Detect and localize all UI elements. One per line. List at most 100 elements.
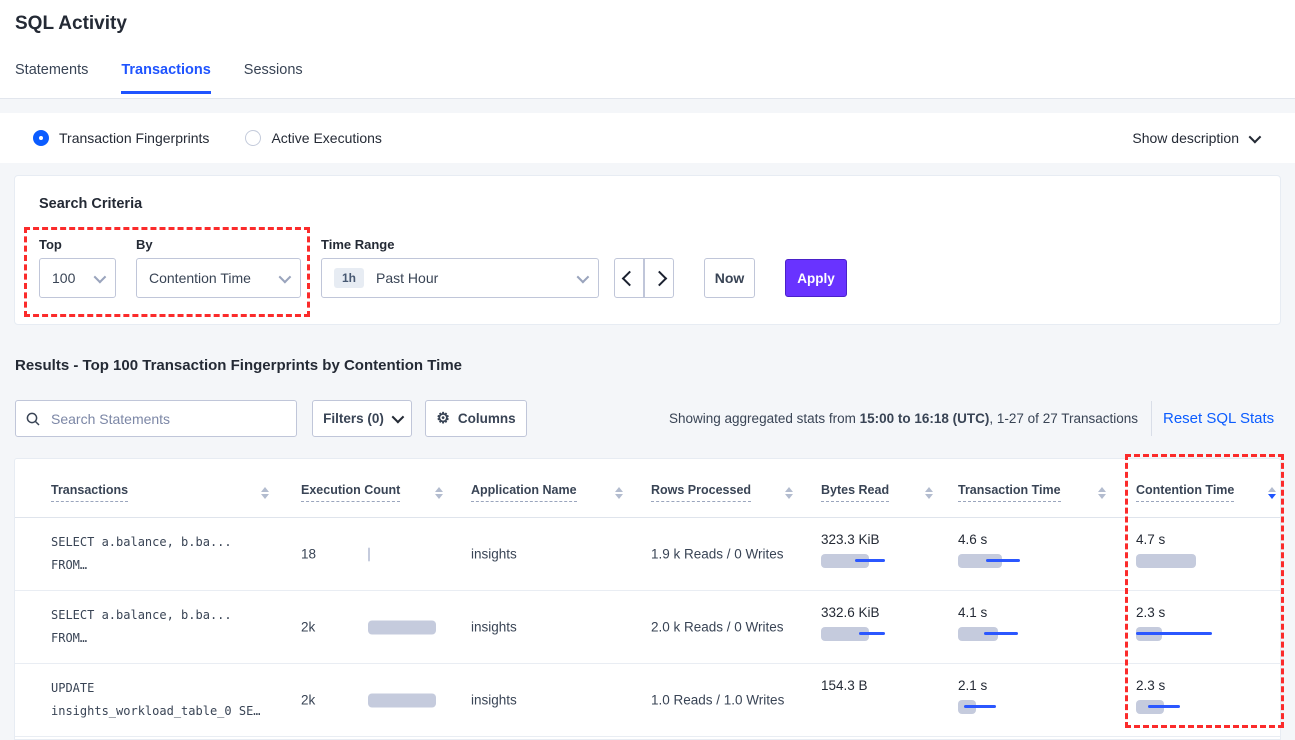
sort-icon[interactable] <box>1268 487 1276 499</box>
view-toggle-strip: Transaction Fingerprints Active Executio… <box>0 113 1295 163</box>
contention-time-bar <box>1136 627 1216 641</box>
show-description-label: Show description <box>1132 130 1239 146</box>
chevron-down-icon <box>279 270 292 283</box>
bytes-read-bar <box>821 554 901 568</box>
bytes-read-value: 323.3 KiB <box>821 532 933 547</box>
filters-button[interactable]: Filters (0) <box>312 400 412 437</box>
sort-icon[interactable] <box>615 487 623 499</box>
previous-range-button[interactable] <box>614 258 644 298</box>
now-button[interactable]: Now <box>704 258 755 298</box>
show-description-toggle[interactable]: Show description <box>1132 113 1258 163</box>
tab-statements[interactable]: Statements <box>15 62 88 94</box>
column-label[interactable]: Application Name <box>471 483 577 502</box>
column-label[interactable]: Contention Time <box>1136 483 1234 502</box>
transaction-time-value: 2.1 s <box>958 678 1106 693</box>
time-range-value: Past Hour <box>376 270 438 286</box>
application-name-value: insights <box>471 693 623 708</box>
stats-suffix: , 1-27 of 27 Transactions <box>989 411 1138 426</box>
sort-icon[interactable] <box>261 487 269 499</box>
top-select[interactable]: 100 <box>39 258 116 298</box>
page-title: SQL Activity <box>15 13 127 35</box>
execution-count-cell: 2k <box>301 693 443 708</box>
query-line: UPDATE <box>51 677 269 700</box>
transaction-fingerprint-link[interactable]: SELECT a.balance, b.ba... FROM… <box>51 604 269 650</box>
table-row[interactable]: SELECT a.balance, b.ba... FROM… 18 insig… <box>15 518 1280 591</box>
execution-count-value: 2k <box>301 693 368 708</box>
apply-button[interactable]: Apply <box>785 259 847 297</box>
sort-icon[interactable] <box>785 487 793 499</box>
column-header-bytes-read[interactable]: Bytes Read <box>821 483 933 502</box>
column-label[interactable]: Rows Processed <box>651 483 751 502</box>
rows-processed-value: 2.0 k Reads / 0 Writes <box>651 620 793 635</box>
sort-icon[interactable] <box>435 487 443 499</box>
query-line: insights_workload_table_0 SE… <box>51 700 269 723</box>
execution-count-cell: 2k <box>301 620 443 635</box>
radio-unselected-icon[interactable] <box>245 130 261 146</box>
table-row[interactable]: UPDATE insights_workload_table_0 SE… 2k … <box>15 664 1280 737</box>
execution-count-bar <box>368 620 443 634</box>
bytes-read-bar <box>821 627 901 641</box>
application-name-value: insights <box>471 547 623 562</box>
execution-count-bar <box>368 547 443 561</box>
stats-prefix: Showing aggregated stats from <box>669 411 860 426</box>
table-header-row: Transactions Execution Count Application… <box>15 459 1280 518</box>
execution-count-value: 18 <box>301 547 368 562</box>
by-label: By <box>136 237 153 252</box>
transaction-time-bar <box>958 700 1038 714</box>
sort-icon[interactable] <box>1098 487 1106 499</box>
tab-sessions[interactable]: Sessions <box>244 62 303 94</box>
transaction-time-cell: 2.1 s <box>958 678 1106 714</box>
transaction-fingerprint-link[interactable]: UPDATE insights_workload_table_0 SE… <box>51 677 269 723</box>
stats-time-range: 15:00 to 16:18 (UTC) <box>860 411 990 426</box>
time-range-badge: 1h <box>334 268 364 288</box>
top-label: Top <box>39 237 62 252</box>
column-label[interactable]: Transaction Time <box>958 483 1061 502</box>
column-header-execution-count[interactable]: Execution Count <box>301 483 443 502</box>
aggregated-stats-text: Showing aggregated stats from 15:00 to 1… <box>669 400 1138 437</box>
execution-count-value: 2k <box>301 620 368 635</box>
bytes-read-value: 154.3 B <box>821 678 933 693</box>
column-label[interactable]: Transactions <box>51 483 128 502</box>
table-row[interactable]: SELECT a.balance, b.ba... FROM… 2k insig… <box>15 591 1280 664</box>
next-range-button[interactable] <box>644 258 674 298</box>
execution-count-bar <box>368 693 443 707</box>
chevron-down-icon <box>94 270 107 283</box>
tab-transactions[interactable]: Transactions <box>121 62 210 94</box>
by-select-value: Contention Time <box>149 270 251 286</box>
column-header-contention-time[interactable]: Contention Time <box>1136 483 1276 502</box>
radio-selected-icon[interactable] <box>33 130 49 146</box>
transaction-time-cell: 4.6 s <box>958 532 1106 568</box>
radio-active-executions[interactable]: Active Executions <box>245 130 382 146</box>
transaction-time-value: 4.1 s <box>958 605 1106 620</box>
radio-transaction-fingerprints[interactable]: Transaction Fingerprints <box>33 130 209 146</box>
chevron-right-icon <box>651 270 667 286</box>
query-line: SELECT a.balance, b.ba... <box>51 531 269 554</box>
chevron-down-icon <box>577 270 590 283</box>
contention-time-value: 2.3 s <box>1136 678 1276 693</box>
filters-label: Filters (0) <box>323 411 384 426</box>
column-label[interactable]: Bytes Read <box>821 483 889 502</box>
column-label[interactable]: Execution Count <box>301 483 400 502</box>
results-heading: Results - Top 100 Transaction Fingerprin… <box>15 357 462 374</box>
transaction-fingerprint-link[interactable]: SELECT a.balance, b.ba... FROM… <box>51 531 269 577</box>
columns-label: Columns <box>458 411 516 426</box>
column-header-rows-processed[interactable]: Rows Processed <box>651 483 793 502</box>
time-range-select[interactable]: 1h Past Hour <box>321 258 599 298</box>
execution-count-cell: 18 <box>301 547 443 562</box>
bytes-read-cell: 154.3 B <box>821 678 933 714</box>
by-select[interactable]: Contention Time <box>136 258 301 298</box>
bytes-read-cell: 332.6 KiB <box>821 605 933 641</box>
columns-button[interactable]: ⚙ Columns <box>425 400 527 437</box>
search-statements-input[interactable] <box>49 410 286 428</box>
sort-icon[interactable] <box>925 487 933 499</box>
column-header-application-name[interactable]: Application Name <box>471 483 623 502</box>
search-statements-box[interactable] <box>15 400 297 437</box>
column-header-transactions[interactable]: Transactions <box>51 483 269 502</box>
time-range-pager <box>614 258 674 298</box>
contention-time-bar <box>1136 700 1216 714</box>
reset-sql-stats-link[interactable]: Reset SQL Stats <box>1163 400 1274 437</box>
query-line: FROM… <box>51 627 269 650</box>
contention-time-cell: 2.3 s <box>1136 605 1276 641</box>
column-header-transaction-time[interactable]: Transaction Time <box>958 483 1106 502</box>
query-line: FROM… <box>51 554 269 577</box>
